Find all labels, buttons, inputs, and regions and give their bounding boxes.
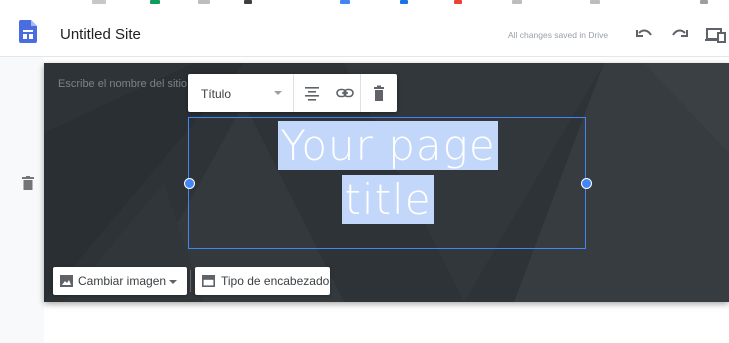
page-title-textbox[interactable]: Your page title: [188, 117, 586, 249]
text-format-toolbar: Título: [188, 74, 397, 112]
header-type-label: Tipo de encabezado: [221, 274, 330, 288]
page-title[interactable]: Your page title: [190, 119, 586, 227]
image-icon: [60, 275, 73, 287]
undo-icon[interactable]: [634, 26, 654, 44]
google-sites-icon[interactable]: [19, 20, 37, 43]
site-name-placeholder[interactable]: Escribe el nombre del sitio: [58, 78, 187, 90]
resize-handle-right[interactable]: [581, 178, 592, 189]
change-image-button[interactable]: Cambiar imagen: [53, 267, 187, 295]
toolbar-divider: [360, 74, 361, 112]
resize-handle-left[interactable]: [184, 178, 195, 189]
editor-header: Untitled Site All changes saved in Drive: [0, 6, 729, 57]
text-style-dropdown[interactable]: Título: [188, 74, 293, 112]
align-center-icon[interactable]: [302, 83, 322, 103]
trash-icon[interactable]: [369, 83, 389, 103]
save-status: All changes saved in Drive: [508, 30, 609, 40]
change-image-label: Cambiar imagen: [78, 274, 167, 288]
page-title-line-2: title: [342, 175, 434, 224]
trash-icon[interactable]: [22, 176, 34, 190]
preview-devices-icon[interactable]: [705, 26, 727, 44]
link-icon[interactable]: [335, 83, 355, 103]
toolbar-divider: [293, 74, 294, 112]
chevron-down-icon: [169, 280, 177, 284]
page-title-line-1: Your page: [278, 121, 498, 170]
text-style-label: Título: [201, 87, 232, 101]
chevron-down-icon: [274, 91, 282, 95]
header-layout-icon: [202, 275, 215, 287]
header-type-button[interactable]: Tipo de encabezado: [195, 267, 330, 295]
section-rail: [0, 57, 44, 343]
site-title[interactable]: Untitled Site: [60, 26, 141, 43]
redo-icon[interactable]: [670, 26, 690, 44]
banner-actions-divider: [190, 270, 191, 292]
